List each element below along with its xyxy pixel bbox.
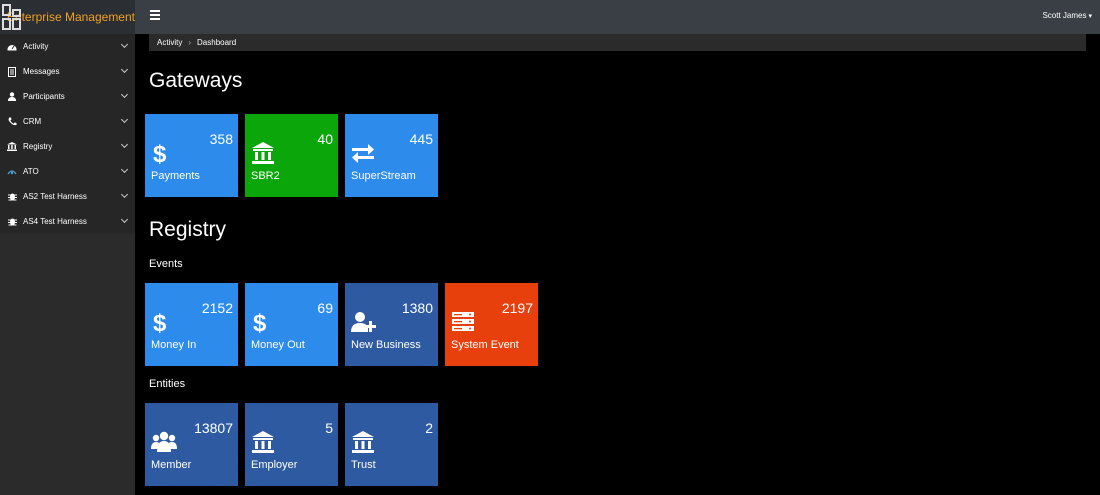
bank-icon xyxy=(251,430,275,454)
chevron-down-icon xyxy=(120,140,129,149)
tile-count: 2197 xyxy=(501,300,533,316)
bug-icon xyxy=(7,217,17,227)
sidebar-item-activity[interactable]: Activity xyxy=(0,34,135,59)
tile-count: 2152 xyxy=(201,300,233,316)
sidebar-item-label: CRM xyxy=(23,117,42,126)
sidebar-menu: Activity Messages Participants CRM Regis… xyxy=(0,34,135,234)
events-heading: Events xyxy=(149,258,183,270)
tile-label: Trust xyxy=(351,459,376,471)
sidebar-item-ato[interactable]: ATO xyxy=(0,159,135,184)
dollar-icon: $ xyxy=(151,310,175,337)
tile-money-in[interactable]: 2152 $ Money In xyxy=(145,283,238,366)
sidebar-item-registry[interactable]: Registry xyxy=(0,134,135,159)
user-menu[interactable]: Scott James ▾ xyxy=(1042,11,1092,20)
chevron-down-icon xyxy=(120,40,129,49)
ato-icon xyxy=(7,167,17,177)
user-plus-icon xyxy=(351,310,376,334)
tile-label: New Business xyxy=(351,339,421,351)
tile-label: Money In xyxy=(151,339,197,351)
tile-count: 445 xyxy=(409,131,433,147)
caret-down-icon: ▾ xyxy=(1088,13,1092,20)
sidebar-item-crm[interactable]: CRM xyxy=(0,109,135,134)
breadcrumb: Activity › Dashboard xyxy=(149,34,1086,51)
sidebar-item-as2-test-harness[interactable]: AS2 Test Harness xyxy=(0,184,135,209)
menu-toggle-icon[interactable] xyxy=(150,10,160,20)
tile-member[interactable]: 13807 Member xyxy=(145,403,238,486)
svg-text:$: $ xyxy=(153,310,167,334)
chevron-down-icon xyxy=(120,115,129,124)
tile-money-out[interactable]: 69 $ Money Out xyxy=(245,283,338,366)
sidebar-item-label: Registry xyxy=(23,142,53,151)
tile-count: 40 xyxy=(317,131,333,147)
svg-text:$: $ xyxy=(253,310,267,334)
logo-icon xyxy=(2,3,21,31)
tile-count: 69 xyxy=(317,300,333,316)
sidebar-item-label: Participants xyxy=(23,92,65,101)
sidebar-item-as4-test-harness[interactable]: AS4 Test Harness xyxy=(0,209,135,234)
chevron-down-icon xyxy=(120,65,129,74)
tile-system-event[interactable]: 2197 System Event xyxy=(445,283,538,366)
tile-count: 5 xyxy=(325,420,333,436)
gateways-heading: Gateways xyxy=(149,69,243,92)
bank-icon xyxy=(7,142,17,152)
chevron-down-icon xyxy=(120,215,129,224)
tile-superstream[interactable]: 445 SuperStream xyxy=(345,114,438,197)
dollar-icon: $ xyxy=(151,141,175,168)
chevron-down-icon xyxy=(120,165,129,174)
tile-label: Money Out xyxy=(251,339,305,351)
registry-heading: Registry xyxy=(149,218,227,241)
tile-label: System Event xyxy=(451,339,519,351)
app-title: Enterprise Management xyxy=(6,10,135,24)
tile-new-business[interactable]: 1380 New Business xyxy=(345,283,438,366)
bank-icon xyxy=(351,430,375,454)
tile-payments[interactable]: 358 $ Payments xyxy=(145,114,238,197)
dollar-icon: $ xyxy=(251,310,275,337)
dashboard-icon xyxy=(7,42,17,52)
tile-sbr2[interactable]: 40 SBR2 xyxy=(245,114,338,197)
bug-icon xyxy=(7,192,17,202)
chevron-down-icon xyxy=(120,90,129,99)
tile-label: Payments xyxy=(151,170,200,182)
sidebar-item-label: ATO xyxy=(23,167,39,176)
top-navbar: Enterprise Management Scott James ▾ xyxy=(0,0,1100,34)
chevron-down-icon xyxy=(120,190,129,199)
tile-label: Employer xyxy=(251,459,298,471)
bank-icon xyxy=(251,141,275,165)
svg-text:$: $ xyxy=(153,141,167,165)
tile-label: SBR2 xyxy=(251,170,280,182)
breadcrumb-parent[interactable]: Activity xyxy=(157,38,182,47)
breadcrumb-separator-icon: › xyxy=(188,38,192,47)
tile-count: 358 xyxy=(209,131,233,147)
sidebar-item-messages[interactable]: Messages xyxy=(0,59,135,84)
server-icon xyxy=(451,310,475,334)
brand[interactable]: Enterprise Management xyxy=(0,0,135,34)
users-icon xyxy=(151,430,177,454)
person-icon xyxy=(7,92,17,102)
tile-trust[interactable]: 2 Trust xyxy=(345,403,438,486)
exchange-icon xyxy=(351,141,375,165)
tile-count: 13807 xyxy=(194,420,233,436)
phone-icon xyxy=(7,117,17,127)
breadcrumb-current: Dashboard xyxy=(197,38,237,47)
sidebar-item-label: AS4 Test Harness xyxy=(23,217,87,226)
tile-employer[interactable]: 5 Employer xyxy=(245,403,338,486)
entities-heading: Entities xyxy=(149,378,186,390)
sidebar-item-participants[interactable]: Participants xyxy=(0,84,135,109)
tile-count: 2 xyxy=(425,420,433,436)
document-icon xyxy=(7,66,17,77)
tile-count: 1380 xyxy=(401,300,433,316)
sidebar-item-label: AS2 Test Harness xyxy=(23,192,87,201)
tile-label: Member xyxy=(151,459,192,471)
tile-label: SuperStream xyxy=(351,170,416,182)
sidebar-item-label: Activity xyxy=(23,42,49,51)
user-name: Scott James xyxy=(1042,11,1087,20)
sidebar: Activity Messages Participants CRM Regis… xyxy=(0,34,135,495)
sidebar-item-label: Messages xyxy=(23,67,60,76)
